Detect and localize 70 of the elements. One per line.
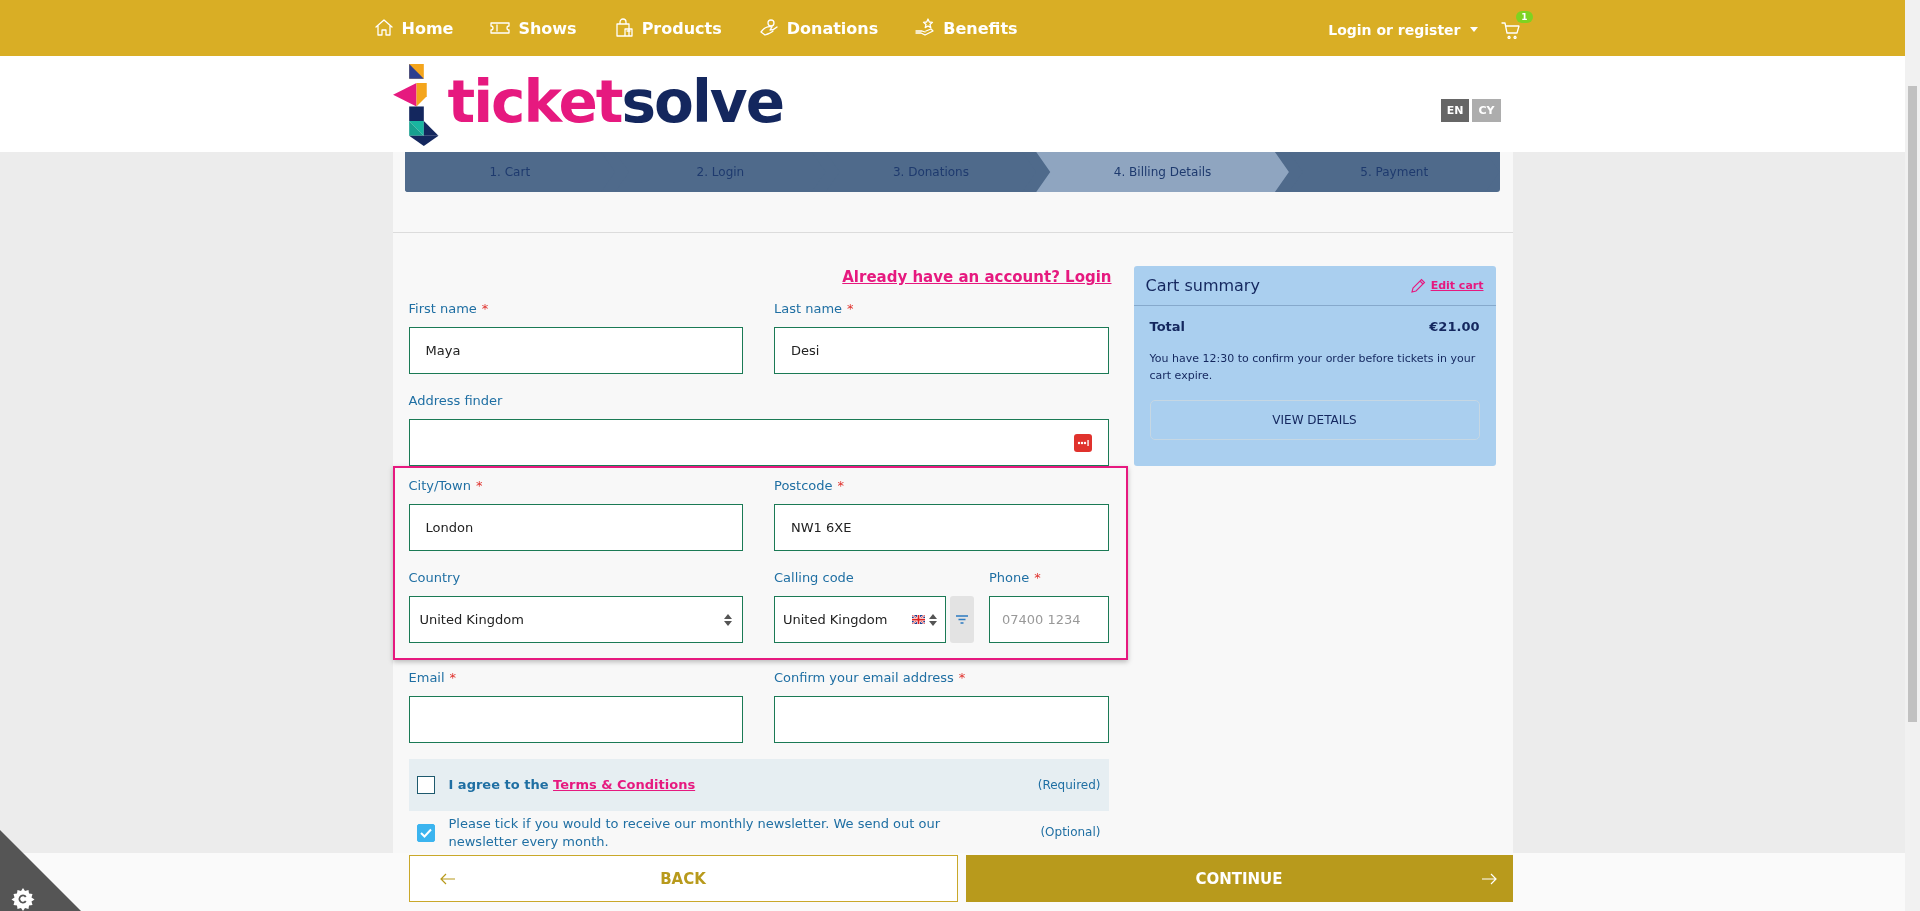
consent-note: (Optional) [1040,825,1101,839]
login-link[interactable]: Already have an account? Login [842,266,1112,288]
flag-icon [912,615,925,624]
required-mark: * [837,477,845,493]
field-label: Confirm your email address [774,669,954,685]
field-label: Calling code [774,568,855,587]
nav-link[interactable]: Donations [757,17,879,39]
consent-note: (Required) [1037,778,1101,792]
filter-icon [956,615,968,624]
consent-text: I agree to the Terms & Conditions [448,776,697,794]
select-field[interactable]: United Kingdom [774,596,946,643]
text-field[interactable] [408,696,743,743]
total-amount: €21.00 [1429,319,1480,334]
field-label: Email [408,669,445,685]
text-field[interactable]: NW1 6XE [774,504,1109,551]
nav-link[interactable]: Benefits [914,17,1018,39]
edit-cart-link[interactable]: Edit cart [1409,277,1484,294]
logo-mark-icon [392,64,440,146]
terms-link[interactable]: Terms & Conditions [553,777,696,792]
login-menu[interactable]: Login or register [1328,22,1479,38]
back-button[interactable]: BACK [408,855,958,902]
required-mark: * [475,477,483,493]
field-label: Country [408,568,462,587]
continue-button[interactable]: CONTINUE [965,855,1513,902]
required-mark: * [1034,569,1041,585]
total-label: Total [1149,319,1185,334]
arrow-left-icon [439,872,456,885]
checkmark-icon [419,828,432,838]
required-mark: * [481,300,489,316]
required-mark: * [958,669,966,685]
sort-caret-icon [724,612,732,627]
field-label: Postcode [774,477,833,493]
text-field[interactable]: Maya [408,327,743,374]
cart-count-badge: 1 [1516,11,1533,23]
checkbox[interactable] [416,824,435,842]
consent-text: Please tick if you would to receive our monthly newsletter. We send out our newsletter every month. [448,815,942,851]
language-button[interactable]: EN [1440,99,1470,122]
nav-link[interactable]: Products [612,17,722,39]
text-field[interactable] [774,696,1109,743]
view-details-button[interactable]: VIEW DETAILS [1149,400,1480,440]
text-field[interactable]: London [408,504,743,551]
select-field[interactable]: United Kingdom [408,596,743,643]
sort-caret-icon [929,612,937,627]
scrollbar[interactable] [1905,0,1920,911]
scrollbar-thumb[interactable] [1908,86,1917,722]
text-field[interactable]: Desi [774,327,1109,374]
text-field[interactable]: 07400 1234 [989,596,1109,643]
nav-link[interactable]: Home [372,17,454,39]
field-label: Address finder [408,391,504,410]
cart-button[interactable]: 1 [1500,11,1533,39]
panel-title: Cart summary [1145,276,1260,295]
field-label: City/Town [408,477,471,493]
field-label: Last name [774,300,843,316]
basket-icon [1500,21,1521,39]
dots-icon [1073,433,1092,452]
required-mark: * [847,300,854,316]
pencil-icon [1409,277,1426,294]
required-mark: * [449,669,457,685]
gear-icon [11,887,35,911]
field-label: First name [408,300,477,316]
arrow-right-icon [1480,872,1497,885]
logo-text: ticketsolve [447,73,783,137]
expiry-message: You have 12:30 to confirm your order before tickets in your cart expire. [1149,351,1477,384]
address-field[interactable] [408,419,1109,466]
language-button[interactable]: CY [1472,99,1501,122]
checkbox[interactable] [416,776,435,794]
caret-icon [1468,27,1479,33]
step-tab[interactable]: 4. Billing Details [1036,152,1289,192]
field-label: Phone [989,569,1030,585]
nav-link[interactable]: Shows [489,17,577,39]
